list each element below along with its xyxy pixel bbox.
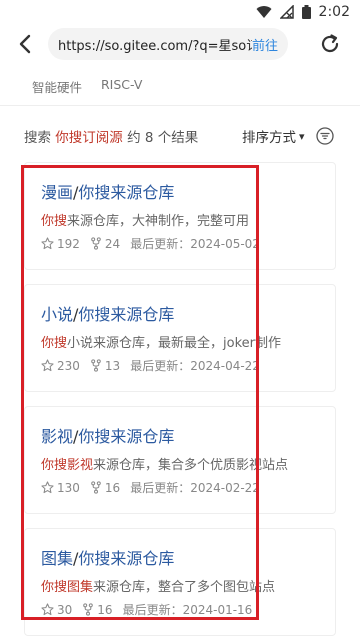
category-tabs: 智能硬件 RISC-V xyxy=(0,66,360,106)
title-repo: 你搜来源仓库 xyxy=(78,427,175,446)
result-title[interactable]: 漫画/你搜来源仓库 xyxy=(41,179,174,203)
title-category: 小说 xyxy=(41,305,74,324)
star-icon xyxy=(41,481,54,494)
result-description: 你搜小说来源仓库，最新最全，joker制作 xyxy=(41,332,281,351)
forks-value: 24 xyxy=(104,236,121,251)
stars-value: 192 xyxy=(57,236,80,251)
fork-count: 13 xyxy=(90,359,120,373)
fork-count: 16 xyxy=(82,602,113,617)
desc-highlight: 你搜 xyxy=(41,336,68,351)
updated-label: 最后更新： xyxy=(130,359,191,373)
url-input[interactable]: https://so.gitee.com/?q=星so订 前往 xyxy=(48,28,288,60)
result-title[interactable]: 影视/你搜来源仓库 xyxy=(41,423,174,447)
fork-icon xyxy=(91,481,101,494)
title-category: 图集 xyxy=(41,549,74,568)
reload-icon[interactable] xyxy=(318,32,342,56)
updated-date: 2024-02-22 xyxy=(190,480,260,495)
result-title[interactable]: 图集/你搜来源仓库 xyxy=(41,545,174,569)
title-category: 漫画 xyxy=(41,183,74,202)
result-card[interactable]: 图集/你搜来源仓库 你搜图集来源仓库，整合了多个图包站点 30 16 最后更新：… xyxy=(24,528,336,636)
updated-date: 2024-04-22 xyxy=(190,358,260,373)
url-text: https://so.gitee.com/?q=星so订 xyxy=(58,38,252,54)
result-meta: 30 16 最后更新： 2024-01-16 xyxy=(41,601,252,618)
desc-text: 来源仓库，集合多个优质影视站点 xyxy=(93,458,289,473)
star-count: 30 xyxy=(41,603,72,617)
stars-value: 130 xyxy=(57,480,80,495)
title-repo: 你搜来源仓库 xyxy=(78,183,175,202)
title-repo: 你搜来源仓库 xyxy=(78,305,175,324)
result-card[interactable]: 漫画/你搜来源仓库 你搜来源仓库，大神制作，完整可用 192 24 最后更新： 2… xyxy=(24,162,336,270)
tab-risc-v[interactable]: RISC-V xyxy=(101,77,142,92)
desc-highlight: 你搜影视 xyxy=(41,458,94,473)
desc-highlight: 你搜图集 xyxy=(41,580,94,595)
star-icon xyxy=(41,359,54,372)
updated-label: 最后更新： xyxy=(130,481,191,495)
fork-icon xyxy=(91,237,101,250)
battery-icon xyxy=(301,5,311,19)
title-category: 影视 xyxy=(41,427,74,446)
title-repo: 你搜来源仓库 xyxy=(78,549,175,568)
fork-count: 24 xyxy=(90,237,120,251)
sort-label: 排序方式 xyxy=(242,130,296,146)
result-meta: 192 24 最后更新： 2024-05-02 xyxy=(41,235,260,252)
star-count: 192 xyxy=(41,237,80,251)
sort-dropdown[interactable]: 排序方式 ▾ xyxy=(242,126,305,147)
star-icon xyxy=(41,237,54,250)
status-bar: 2:02 xyxy=(0,0,360,24)
star-count: 130 xyxy=(41,481,80,495)
forks-value: 13 xyxy=(104,358,121,373)
clock: 2:02 xyxy=(318,4,350,20)
desc-text: 来源仓库，整合了多个图包站点 xyxy=(93,580,276,595)
desc-text: 小说来源仓库，最新最全，joker制作 xyxy=(67,336,281,351)
fork-count: 16 xyxy=(90,481,120,495)
chevron-down-icon: ▾ xyxy=(299,129,305,143)
result-meta: 130 16 最后更新： 2024-02-22 xyxy=(41,479,260,496)
search-summary: 搜索 你搜订阅源 约 8 个结果 排序方式 ▾ xyxy=(0,118,360,152)
result-title[interactable]: 小说/你搜来源仓库 xyxy=(41,301,174,325)
fork-icon xyxy=(83,603,94,616)
wifi-icon xyxy=(256,6,272,19)
status-icons: 2:02 xyxy=(256,4,350,20)
result-card[interactable]: 小说/你搜来源仓库 你搜小说来源仓库，最新最全，joker制作 230 13 最… xyxy=(24,284,336,392)
forks-value: 16 xyxy=(104,480,121,495)
updated-date: 2024-05-02 xyxy=(190,236,260,251)
summary-suffix: 约 8 个结果 xyxy=(122,130,199,146)
result-card[interactable]: 影视/你搜来源仓库 你搜影视来源仓库，集合多个优质影视站点 130 16 最后更… xyxy=(24,406,336,514)
tab-smart-hardware[interactable]: 智能硬件 xyxy=(32,77,82,96)
stars-value: 230 xyxy=(57,358,80,373)
result-meta: 230 13 最后更新： 2024-04-22 xyxy=(41,357,260,374)
search-keyword: 你搜订阅源 xyxy=(55,130,123,146)
result-description: 你搜来源仓库，大神制作，完整可用 xyxy=(41,210,249,229)
go-button[interactable]: 前往 xyxy=(252,35,278,54)
summary-prefix: 搜索 xyxy=(24,130,56,146)
updated-date: 2024-01-16 xyxy=(182,602,253,617)
result-description: 你搜影视来源仓库，集合多个优质影视站点 xyxy=(41,454,288,473)
forks-value: 16 xyxy=(97,602,113,617)
fork-icon xyxy=(91,359,101,372)
desc-highlight: 你搜 xyxy=(41,214,68,229)
star-count: 230 xyxy=(41,359,80,373)
back-arrow-icon[interactable] xyxy=(14,32,38,56)
result-count-text: 搜索 你搜订阅源 约 8 个结果 xyxy=(24,126,198,146)
updated-label: 最后更新： xyxy=(130,237,191,251)
browser-toolbar: https://so.gitee.com/?q=星so订 前往 xyxy=(0,24,360,66)
stars-value: 30 xyxy=(57,602,73,617)
updated-label: 最后更新： xyxy=(122,603,183,617)
filter-icon[interactable] xyxy=(316,127,334,145)
result-description: 你搜图集来源仓库，整合了多个图包站点 xyxy=(41,576,275,595)
signal-off-icon xyxy=(279,5,294,19)
star-icon xyxy=(41,603,54,616)
desc-text: 来源仓库，大神制作，完整可用 xyxy=(67,214,250,229)
